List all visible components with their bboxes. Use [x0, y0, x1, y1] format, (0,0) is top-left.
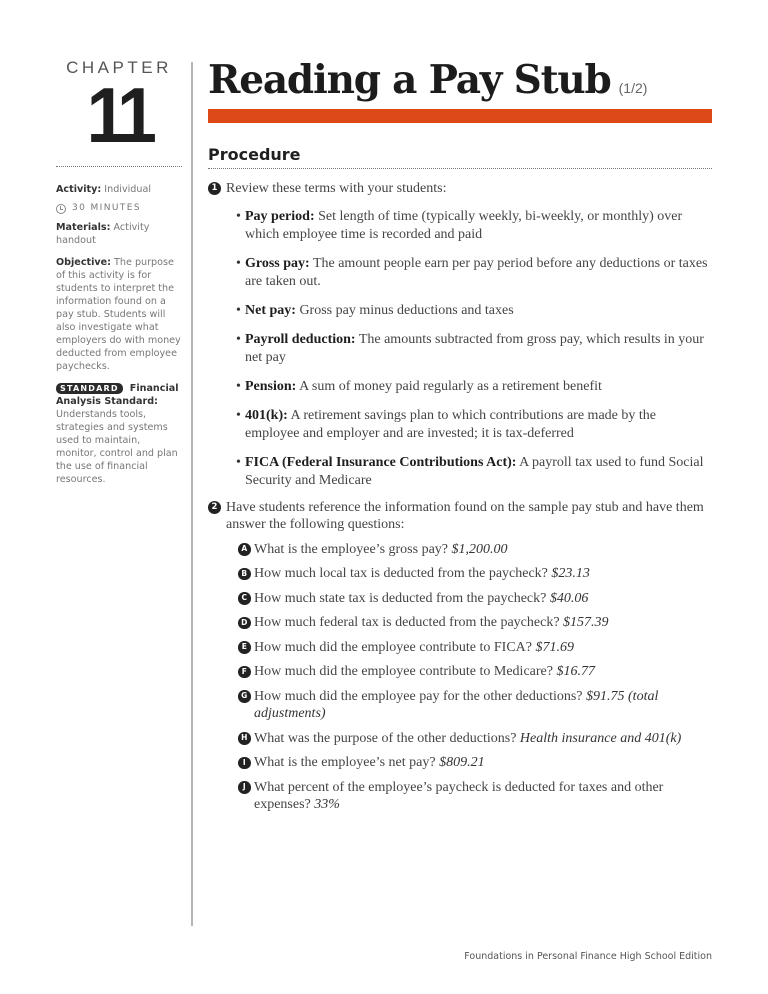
term-item: 401(k): A retirement savings plan to whi… — [236, 407, 712, 443]
objective-text: The purpose of this activity is for stud… — [56, 257, 181, 372]
step-number-badge: 2 — [208, 500, 221, 514]
question-item: J What percent of the employee’s paycheck… — [238, 779, 712, 814]
question-letter-badge: H — [238, 732, 251, 745]
term-name: Net pay: — [245, 302, 296, 318]
page-title: Reading a Pay Stub — [208, 57, 612, 103]
question-text: How much local tax is deducted from the … — [254, 566, 548, 581]
activity-info: Activity: Individual — [56, 183, 182, 196]
question-item: C How much state tax is deducted from the… — [238, 590, 712, 608]
footer-text: Foundations in Personal Finance High Sch… — [464, 951, 712, 962]
question-letter-badge: F — [238, 665, 251, 678]
objective-label: Objective: — [56, 257, 111, 268]
term-definition: A sum of money paid regularly as a retir… — [299, 378, 602, 394]
materials-info: Materials: Activity handout — [56, 221, 182, 247]
clock-icon — [56, 203, 66, 214]
activity-label: Activity: — [56, 184, 102, 195]
question-text: What is the employee’s gross pay? — [254, 541, 449, 557]
term-name: 401(k): — [245, 407, 288, 423]
question-letter-badge: B — [238, 567, 251, 580]
term-name: Pension: — [245, 378, 297, 394]
step-number-badge: 1 — [208, 182, 221, 195]
term-definition: The amount people earn per pay period be… — [245, 255, 708, 289]
title-row: Reading a Pay Stub (1/2) — [208, 56, 712, 106]
question-answer: $16.77 — [556, 664, 595, 679]
question-item: A What is the employee’s gross pay? $1,20… — [238, 541, 712, 559]
terms-list: Pay period: Set length of time (typicall… — [236, 208, 712, 490]
question-answer: Health insurance and 401(k) — [519, 730, 682, 746]
question-text: What was the purpose of the other deduct… — [254, 730, 517, 746]
questions-list: A What is the employee’s gross pay? $1,20… — [238, 541, 712, 814]
term-item: Pension: A sum of money paid regularly a… — [236, 378, 712, 396]
term-name: Gross pay: — [245, 255, 310, 271]
procedure-heading: Procedure — [208, 145, 301, 164]
procedure-step-1: 1 Review these terms with your students:… — [208, 180, 712, 490]
term-item: Payroll deduction: The amounts subtracte… — [236, 331, 712, 367]
question-item: D How much federal tax is deducted from t… — [238, 614, 712, 632]
question-answer: $23.13 — [551, 566, 590, 581]
column-divider — [191, 62, 193, 926]
question-letter-badge: J — [238, 781, 251, 794]
main-content: Reading a Pay Stub (1/2) Procedure 1 Rev… — [208, 56, 712, 814]
step-text: Have students reference the information … — [226, 499, 704, 533]
question-answer: $1,200.00 — [451, 541, 508, 557]
question-item: E How much did the employee contribute to… — [238, 639, 712, 657]
question-text: What is the employee’s net pay? — [254, 755, 436, 770]
accent-bar — [208, 109, 712, 123]
question-text: How much state tax is deducted from the … — [254, 590, 547, 606]
term-item: Pay period: Set length of time (typicall… — [236, 208, 712, 244]
term-item: FICA (Federal Insurance Contributions Ac… — [236, 454, 712, 490]
procedure-divider — [208, 168, 712, 169]
question-letter-badge: A — [238, 543, 251, 556]
question-answer: 33% — [314, 797, 340, 812]
question-answer: $157.39 — [563, 615, 609, 630]
question-letter-badge: I — [238, 756, 251, 769]
question-text: How much did the employee pay for the ot… — [254, 688, 583, 704]
question-letter-badge: E — [238, 641, 251, 654]
sidebar-divider — [56, 166, 182, 167]
question-item: B How much local tax is deducted from the… — [238, 565, 712, 583]
question-item: F How much did the employee contribute to… — [238, 663, 712, 681]
question-item: G How much did the employee pay for the o… — [238, 688, 712, 723]
question-item: I What is the employee’s net pay? $809.21 — [238, 754, 712, 772]
standard-text: Understands tools, strategies and system… — [56, 409, 178, 485]
duration-info: 30 MINUTES — [56, 202, 182, 215]
activity-value: Individual — [104, 184, 152, 195]
question-text: How much did the employee contribute to … — [254, 664, 553, 679]
question-answer: $809.21 — [439, 755, 485, 770]
question-item: H What was the purpose of the other deduc… — [238, 730, 712, 748]
page-part: (1/2) — [618, 80, 648, 96]
chapter-number: 11 — [86, 71, 157, 159]
question-text: How much did the employee contribute to … — [254, 639, 532, 655]
term-name: Payroll deduction: — [245, 331, 356, 347]
term-definition: A retirement savings plan to which contr… — [245, 407, 656, 441]
question-answer: $71.69 — [535, 639, 575, 655]
sidebar: CHAPTER 11 Activity: Individual 30 MINUT… — [56, 58, 182, 486]
question-letter-badge: C — [238, 592, 251, 605]
term-name: FICA (Federal Insurance Contributions Ac… — [245, 454, 517, 470]
objective-info: Objective: The purpose of this activity … — [56, 256, 182, 373]
question-text: How much federal tax is deducted from th… — [254, 615, 560, 630]
duration-value: 30 MINUTES — [72, 203, 141, 213]
question-answer: $40.06 — [549, 590, 589, 606]
step-text: Review these terms with your students: — [226, 181, 447, 196]
term-item: Gross pay: The amount people earn per pa… — [236, 255, 712, 291]
term-name: Pay period: — [245, 208, 315, 224]
question-letter-badge: G — [238, 690, 251, 703]
procedure-step-2: 2 Have students reference the informatio… — [208, 499, 712, 814]
term-definition: Gross pay minus deductions and taxes — [299, 302, 514, 318]
term-item: Net pay: Gross pay minus deductions and … — [236, 302, 712, 320]
standard-info: STANDARD Financial Analysis Standard: Un… — [56, 382, 182, 486]
materials-label: Materials: — [56, 222, 111, 233]
question-letter-badge: D — [238, 616, 251, 629]
standard-badge: STANDARD — [56, 383, 123, 394]
